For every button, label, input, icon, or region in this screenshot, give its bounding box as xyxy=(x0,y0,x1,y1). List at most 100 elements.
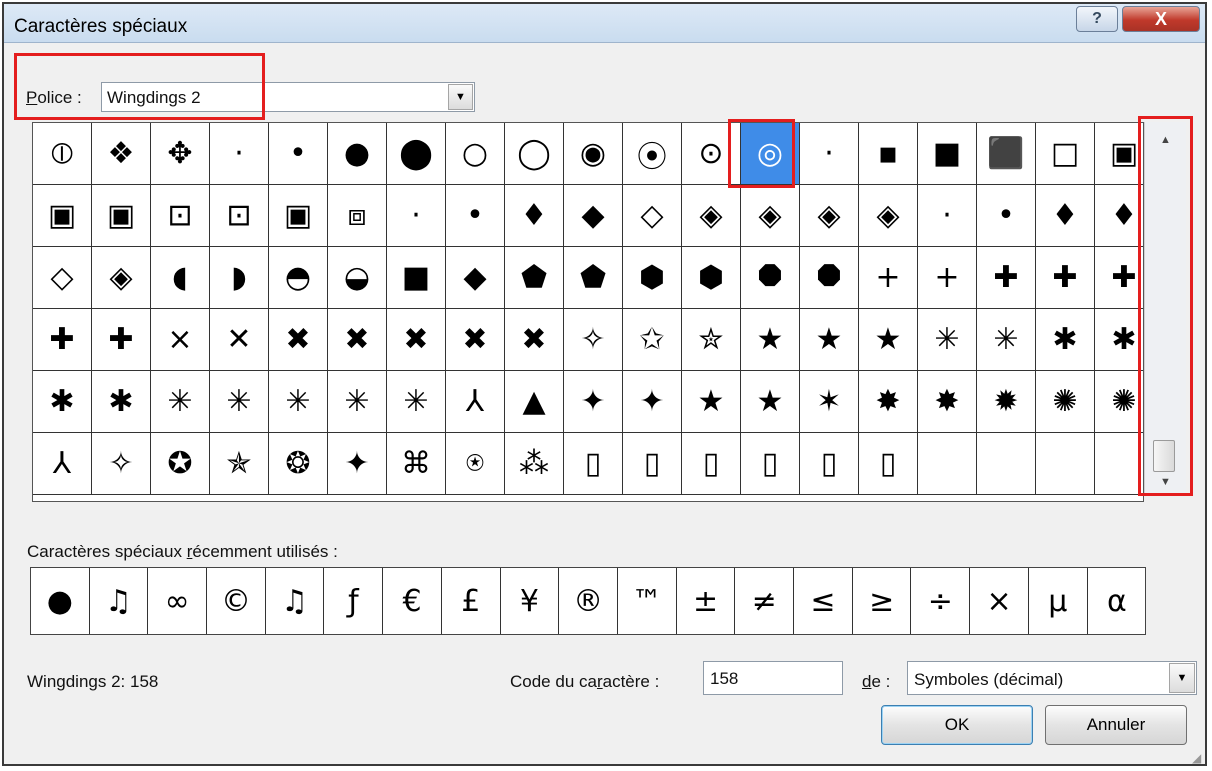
char-cell[interactable]: ◈ xyxy=(800,185,859,247)
char-cell[interactable]: ✩ xyxy=(623,309,682,371)
char-cell[interactable]: ✺ xyxy=(1036,371,1095,433)
char-cell[interactable]: ✖ xyxy=(387,309,446,371)
char-cell[interactable]: ◆ xyxy=(564,185,623,247)
recent-char-cell[interactable]: µ xyxy=(1029,568,1088,634)
char-cell[interactable] xyxy=(1036,433,1095,495)
recent-char-cell[interactable]: ÷ xyxy=(912,568,971,634)
character-grid[interactable]: ⦶ ❖ ✥ · • ● ⬤ ○ ◯ ◉ ⦿ ⊙ ◎ · ▪ ■ ⬛ □ ▣ ▣ ▣ ⊡ ⊡ ▣ ⧈ · • ♦ ◆ ◇ ◈ ◈ ◈ ◈ · • ♦ ♦ ◇ ◈… xyxy=(32,122,1144,502)
char-cell[interactable]: ✖ xyxy=(446,309,505,371)
char-cell[interactable]: ✚ xyxy=(92,309,151,371)
char-cell[interactable]: ▯ xyxy=(741,433,800,495)
char-cell[interactable]: ✮ xyxy=(682,309,741,371)
char-cell[interactable]: ⍟ xyxy=(446,433,505,495)
recent-char-cell[interactable]: ♫ xyxy=(266,568,325,634)
char-cell[interactable]: • xyxy=(977,185,1036,247)
char-cell[interactable]: ✱ xyxy=(1095,309,1143,371)
char-cell[interactable]: ▣ xyxy=(269,185,328,247)
char-cell[interactable]: ▣ xyxy=(92,185,151,247)
char-cell[interactable]: • xyxy=(446,185,505,247)
recent-char-cell[interactable]: ≤ xyxy=(794,568,853,634)
char-cell[interactable]: ✳ xyxy=(269,371,328,433)
char-cell[interactable]: ★ xyxy=(859,309,918,371)
char-cell[interactable]: ◈ xyxy=(741,185,800,247)
char-cell[interactable]: ◆ xyxy=(446,247,505,309)
char-cell[interactable]: · xyxy=(210,123,269,185)
char-cell[interactable]: ✳ xyxy=(151,371,210,433)
char-cell[interactable]: · xyxy=(800,123,859,185)
char-cell[interactable] xyxy=(918,433,977,495)
char-cell[interactable]: ◇ xyxy=(623,185,682,247)
char-cell[interactable]: ⬤ xyxy=(387,123,446,185)
char-cell[interactable]: + xyxy=(859,247,918,309)
char-cell[interactable]: ▯ xyxy=(564,433,623,495)
recent-characters-grid[interactable]: ● ♫ ∞ © ♫ ƒ € £ ¥ ® ™ ± ≠ ≤ ≥ ÷ × µ α xyxy=(30,567,1146,635)
char-cell[interactable]: ★ xyxy=(800,309,859,371)
char-cell[interactable]: ■ xyxy=(918,123,977,185)
char-cell[interactable]: ★ xyxy=(741,371,800,433)
char-cell[interactable]: ▯ xyxy=(623,433,682,495)
char-cell[interactable]: ⬟ xyxy=(505,247,564,309)
char-cell[interactable]: ⊡ xyxy=(151,185,210,247)
char-cell[interactable]: ⅄ xyxy=(33,433,92,495)
char-cell[interactable]: ▲ xyxy=(505,371,564,433)
grid-scrollbar[interactable]: ▲ ▼ xyxy=(1144,122,1186,496)
char-cell[interactable]: ◎ xyxy=(741,123,800,185)
char-cell[interactable]: ✥ xyxy=(151,123,210,185)
from-dropdown-button[interactable]: ▼ xyxy=(1169,663,1195,693)
recent-char-cell[interactable]: ∞ xyxy=(148,568,208,634)
char-cell[interactable]: ❖ xyxy=(92,123,151,185)
char-cell[interactable]: ✺ xyxy=(1095,371,1143,433)
char-cell[interactable]: ✱ xyxy=(1036,309,1095,371)
char-cell[interactable] xyxy=(1095,433,1143,495)
char-cell[interactable]: ◈ xyxy=(92,247,151,309)
char-cell[interactable]: ✚ xyxy=(977,247,1036,309)
char-cell[interactable] xyxy=(977,433,1036,495)
recent-char-cell[interactable]: α xyxy=(1088,568,1147,634)
char-cell[interactable]: ✧ xyxy=(92,433,151,495)
scroll-up-arrow-icon[interactable]: ▲ xyxy=(1145,126,1186,154)
char-cell[interactable]: ⊙ xyxy=(682,123,741,185)
char-cell[interactable]: ⯃ xyxy=(741,247,800,309)
char-cell[interactable]: ✖ xyxy=(269,309,328,371)
char-cell[interactable]: ✹ xyxy=(977,371,1036,433)
char-cell[interactable]: ✳ xyxy=(328,371,387,433)
char-cell[interactable]: ▯ xyxy=(800,433,859,495)
char-cell[interactable]: ✖ xyxy=(328,309,387,371)
char-cell[interactable]: ○ xyxy=(446,123,505,185)
char-cell[interactable]: ✱ xyxy=(92,371,151,433)
char-cell[interactable]: ✖ xyxy=(505,309,564,371)
recent-char-cell[interactable]: © xyxy=(207,568,266,634)
font-dropdown[interactable]: Wingdings 2 ▼ xyxy=(101,82,475,112)
char-cell[interactable]: ⬛ xyxy=(977,123,1036,185)
char-cell[interactable]: ♦ xyxy=(505,185,564,247)
char-cell[interactable]: ✧ xyxy=(564,309,623,371)
char-cell[interactable]: + xyxy=(918,247,977,309)
char-cell[interactable]: ▪ xyxy=(859,123,918,185)
recent-char-cell[interactable]: ± xyxy=(677,568,736,634)
char-cell[interactable]: · xyxy=(918,185,977,247)
char-cell[interactable]: ✚ xyxy=(1036,247,1095,309)
recent-char-cell[interactable]: × xyxy=(970,568,1029,634)
char-cell[interactable]: ⧈ xyxy=(328,185,387,247)
char-cell[interactable]: ✳ xyxy=(387,371,446,433)
help-button[interactable]: ? xyxy=(1076,6,1118,32)
char-cell[interactable]: ⅄ xyxy=(446,371,505,433)
recent-char-cell[interactable]: ● xyxy=(31,568,90,634)
char-cell[interactable]: ♦ xyxy=(1036,185,1095,247)
char-cell[interactable]: ✯ xyxy=(210,433,269,495)
char-cell[interactable]: ◖ xyxy=(151,247,210,309)
char-cell[interactable]: ◈ xyxy=(859,185,918,247)
char-cell[interactable]: ★ xyxy=(741,309,800,371)
char-cell[interactable]: · xyxy=(387,185,446,247)
char-cell[interactable]: ✦ xyxy=(623,371,682,433)
char-cell[interactable]: ⦶ xyxy=(33,123,92,185)
char-cell[interactable]: ▣ xyxy=(1095,123,1143,185)
char-cell[interactable]: ✸ xyxy=(918,371,977,433)
resize-grip-icon[interactable]: ◢ xyxy=(1192,751,1206,765)
char-cell[interactable]: ◈ xyxy=(682,185,741,247)
char-cell[interactable]: ✱ xyxy=(33,371,92,433)
char-cell[interactable]: • xyxy=(269,123,328,185)
char-cell[interactable]: ⯃ xyxy=(800,247,859,309)
char-cell[interactable]: ◉ xyxy=(564,123,623,185)
recent-char-cell[interactable]: ™ xyxy=(618,568,677,634)
